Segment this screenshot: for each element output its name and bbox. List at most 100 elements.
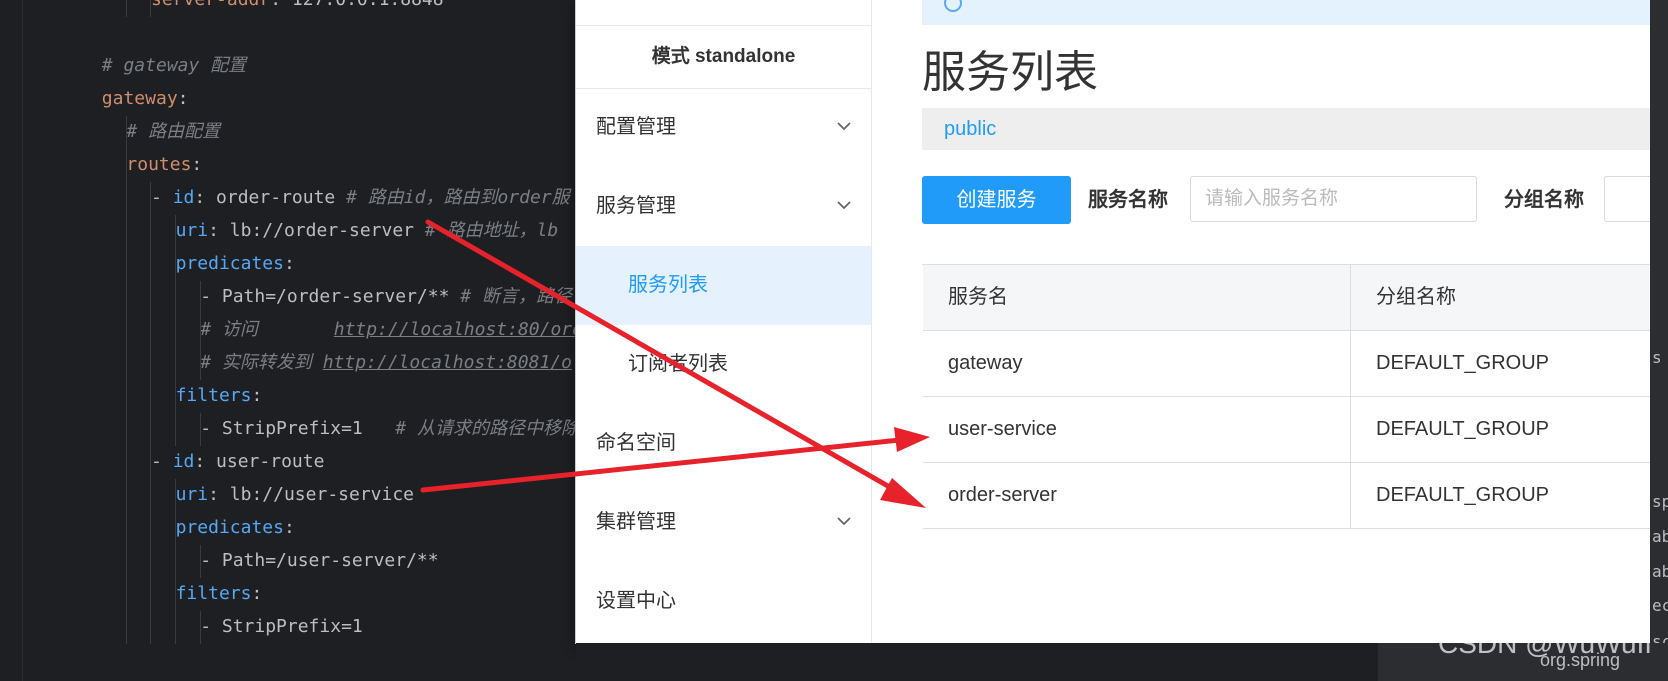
chevron-down-icon xyxy=(837,201,851,210)
indent-guide xyxy=(150,611,152,644)
strip-text: ab xyxy=(1652,527,1668,546)
code-token: - StripPrefix=1 xyxy=(200,616,363,637)
table-row[interactable]: user-service DEFAULT_GROUP xyxy=(923,397,1668,463)
code-token: # 从请求的路径中移除 xyxy=(395,418,579,439)
code-line: - StripPrefix=1 # 从请求的路径中移除 xyxy=(200,413,579,444)
column-divider xyxy=(1350,265,1351,330)
sidebar-item-service-management[interactable]: 服务管理 xyxy=(576,167,871,246)
table-row[interactable]: order-server DEFAULT_GROUP xyxy=(923,463,1668,529)
code-token: : xyxy=(177,88,189,109)
sidebar-item-label: 配置管理 xyxy=(596,116,676,138)
code-token: id xyxy=(172,451,195,472)
service-name-label: 服务名称 xyxy=(1088,189,1168,211)
code-token: : xyxy=(283,253,295,274)
indent-guide xyxy=(125,215,127,248)
header-group-name: 分组名称 xyxy=(1376,286,1456,308)
code-token: : xyxy=(191,154,203,175)
sidebar-item-cluster-management[interactable]: 集群管理 xyxy=(576,483,871,562)
code-token: - Path=/order-server/** xyxy=(200,286,461,307)
indent-guide xyxy=(125,248,127,281)
sidebar-item-settings[interactable]: 设置中心 xyxy=(576,562,871,641)
indent-guide xyxy=(150,347,152,380)
indent-guide xyxy=(175,512,176,545)
table-header-row: 服务名 分组名称 xyxy=(923,265,1668,331)
indent-guide xyxy=(175,479,176,512)
strip-text: ec xyxy=(1652,596,1668,615)
code-token: uri xyxy=(175,484,209,505)
code-line: - StripPrefix=1 xyxy=(200,611,363,642)
column-divider xyxy=(1350,331,1351,396)
code-line: filters: xyxy=(176,578,263,609)
sidebar-item-service-list[interactable]: 服务列表 xyxy=(576,246,871,325)
indent-guide xyxy=(150,512,152,545)
indent-guide xyxy=(125,380,127,413)
indent-guide xyxy=(125,0,127,17)
column-divider xyxy=(1350,463,1351,528)
indent-guide xyxy=(150,182,152,215)
indent-guide xyxy=(150,248,152,281)
code-token: # 路由地址，lb xyxy=(424,220,559,241)
indent-guide xyxy=(175,281,176,314)
indent-guide xyxy=(150,479,152,512)
strip-text: s xyxy=(1652,348,1662,367)
indent-guide xyxy=(175,248,176,281)
code-token: # 访问 xyxy=(200,319,334,340)
mode-label: 模式 standalone xyxy=(576,26,871,89)
sidebar-item-namespace[interactable]: 命名空间 xyxy=(576,404,871,483)
sidebar-item-label: 服务列表 xyxy=(628,274,708,296)
code-token: : order-route xyxy=(194,187,347,208)
info-icon xyxy=(944,0,962,12)
indent-guide xyxy=(175,413,176,446)
indent-guide xyxy=(125,512,127,545)
code-line: routes: xyxy=(126,149,202,180)
code-token: # 路由配置 xyxy=(126,121,221,142)
code-token: # 路由id，路由到order服 xyxy=(346,187,570,208)
watermark: CSDN @WuWuII xyxy=(1438,628,1653,659)
create-service-button[interactable]: 创建服务 xyxy=(922,176,1071,224)
indent-guide xyxy=(150,578,152,611)
right-editor-strip: s sp ab ab ec sc xyxy=(1650,0,1668,681)
sidebar-item-config-management[interactable]: 配置管理 xyxy=(576,88,871,167)
code-token: : user-route xyxy=(194,451,325,472)
indent-guide xyxy=(125,446,127,479)
indent-guide xyxy=(125,545,127,578)
code-token: uri xyxy=(175,220,209,241)
table-row[interactable]: gateway DEFAULT_GROUP xyxy=(923,331,1668,397)
code-token: : 127.0.0.1:8848 xyxy=(270,0,443,10)
code-token: filters xyxy=(175,583,252,604)
sidebar-item-label: 服务管理 xyxy=(596,195,676,217)
service-name-input[interactable] xyxy=(1190,176,1477,222)
indent-guide xyxy=(150,281,152,314)
code-line: gateway: xyxy=(102,83,189,114)
namespace-bar: public xyxy=(922,108,1668,150)
namespace-public-link[interactable]: public xyxy=(944,108,996,150)
indent-guide xyxy=(125,578,127,611)
code-token: http://localhost:80/ord xyxy=(333,319,583,340)
code-line: # gateway 配置 xyxy=(102,50,246,81)
indent-guide xyxy=(199,314,201,347)
code-token: - xyxy=(151,187,173,208)
indent-guide xyxy=(175,314,176,347)
code-token: gateway xyxy=(101,88,178,109)
indent-guide xyxy=(175,545,176,578)
code-line: - Path=/user-server/** xyxy=(200,545,438,576)
sidebar: 模式 standalone 配置管理 服务管理 服务列表 订阅者列表 命名空间 … xyxy=(576,0,872,643)
indent-guide xyxy=(199,347,201,380)
group-name-cell: DEFAULT_GROUP xyxy=(1376,484,1549,506)
indent-guide xyxy=(125,314,127,347)
code-line: predicates: xyxy=(176,248,295,279)
code-token: - xyxy=(151,451,173,472)
sidebar-item-subscriber-list[interactable]: 订阅者列表 xyxy=(576,325,871,404)
code-line: - Path=/order-server/** # 断言，路径 xyxy=(200,281,572,312)
code-line: predicates: xyxy=(176,512,295,543)
nacos-console-window: 模式 standalone 配置管理 服务管理 服务列表 订阅者列表 命名空间 … xyxy=(576,0,1668,643)
code-line: - id: user-route xyxy=(151,446,324,477)
indent-guide xyxy=(199,281,201,314)
code-token: predicates xyxy=(175,253,284,274)
code-token: filters xyxy=(175,385,252,406)
page-title: 服务列表 xyxy=(922,48,1098,97)
chevron-down-icon xyxy=(837,517,851,526)
code-token: - Path=/user-server/** xyxy=(200,550,439,571)
group-name-cell: DEFAULT_GROUP xyxy=(1376,418,1549,440)
indent-guide xyxy=(175,215,176,248)
